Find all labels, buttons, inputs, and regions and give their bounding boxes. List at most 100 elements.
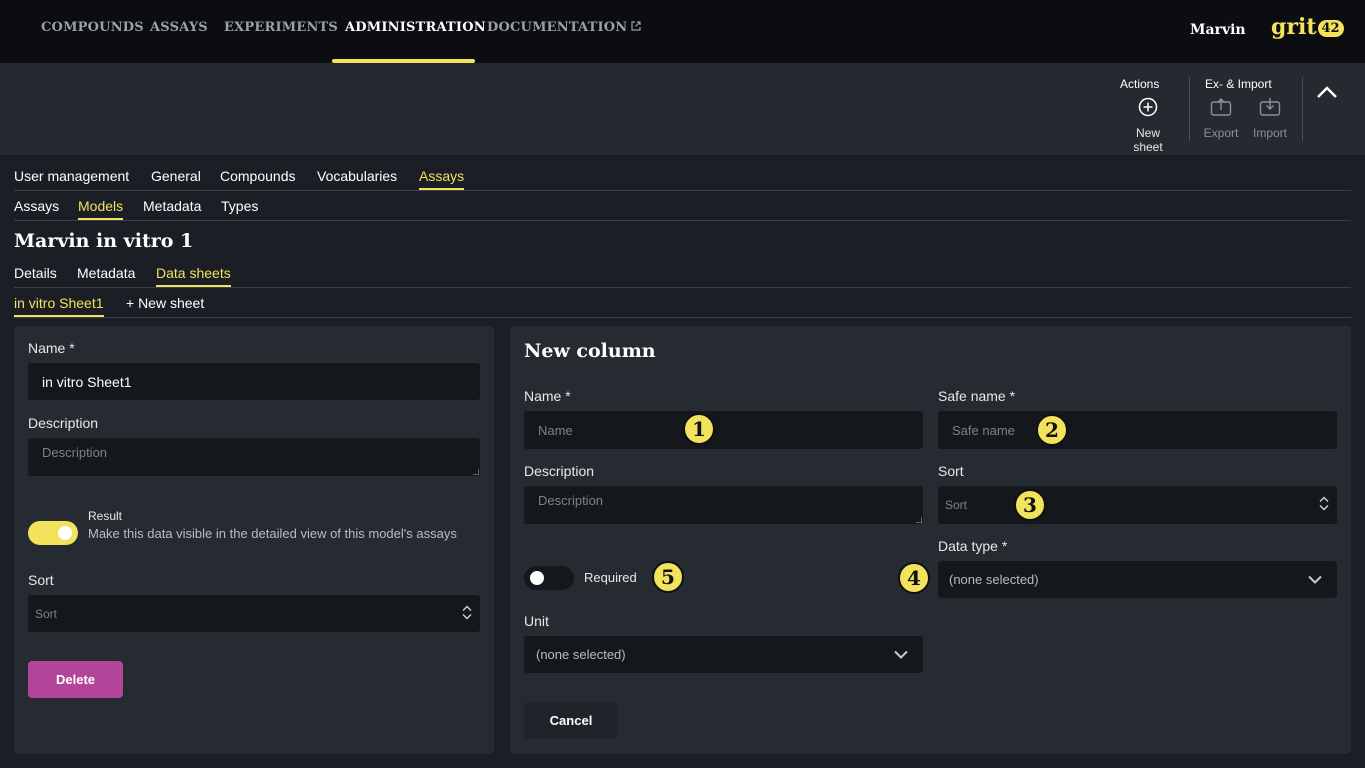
sheet-name-label: Name * [28, 340, 75, 356]
model-tabs: Details Metadata Data sheets [14, 265, 1351, 289]
tab-details[interactable]: Details [14, 265, 57, 285]
nav-compounds[interactable]: COMPOUNDS [41, 20, 144, 35]
export-button[interactable]: Export [1203, 97, 1239, 140]
tab-metadata[interactable]: Metadata [77, 265, 135, 285]
annotation-badge-3: 3 [1014, 489, 1046, 521]
export-icon [1203, 97, 1239, 120]
spinner-arrows-icon[interactable] [462, 603, 472, 624]
subtab-models[interactable]: Models [78, 198, 124, 220]
import-button[interactable]: Import [1251, 97, 1289, 140]
nav-administration[interactable]: ADMINISTRATION [345, 20, 486, 35]
tab-vocabularies[interactable]: Vocabularies [317, 168, 397, 188]
tab-sheet-in-vitro-sheet1[interactable]: in vitro Sheet1 [14, 295, 104, 317]
cancel-button[interactable]: Cancel [524, 702, 618, 739]
external-link-icon [631, 21, 641, 34]
column-name-input[interactable]: Name [524, 411, 923, 449]
required-label: Required [584, 570, 637, 585]
unit-label: Unit [524, 613, 549, 629]
toolbar: Actions New sheet Ex- & Import Export Im… [0, 63, 1365, 155]
nav-documentation[interactable]: DOCUMENTATION [487, 20, 641, 35]
export-label: Export [1203, 126, 1239, 140]
result-help-text: Make this data visible in the detailed v… [88, 526, 457, 541]
sheet-sort-input[interactable]: Sort [28, 595, 480, 632]
column-name-label: Name * [524, 388, 571, 404]
tab-general[interactable]: General [151, 168, 201, 188]
sheet-description-label: Description [28, 415, 99, 431]
annotation-badge-5: 5 [652, 561, 684, 593]
column-sort-label: Sort [938, 463, 964, 479]
top-navigation: COMPOUNDS ASSAYS EXPERIMENTS ADMINISTRAT… [0, 0, 1365, 63]
chevron-down-icon [893, 647, 909, 662]
sheet-description-input[interactable]: Description [28, 438, 480, 476]
new-sheet-button[interactable]: New sheet [1120, 97, 1176, 154]
sheet-sort-placeholder: Sort [35, 606, 58, 621]
spinner-arrows-icon[interactable] [1319, 495, 1329, 516]
sheet-description-placeholder: Description [42, 445, 108, 460]
tab-divider [14, 190, 1351, 191]
logo-text: grit [1271, 14, 1317, 40]
tab-divider [14, 317, 1351, 318]
sheet-tabs: in vitro Sheet1 + New sheet [14, 295, 1351, 319]
column-sort-input[interactable]: Sort [938, 486, 1337, 524]
nav-documentation-label: DOCUMENTATION [487, 20, 628, 35]
chevron-up-icon [1314, 86, 1340, 109]
new-column-panel [510, 326, 1351, 754]
required-toggle[interactable] [524, 566, 574, 590]
annotation-badge-2: 2 [1036, 414, 1068, 446]
result-toggle[interactable] [28, 521, 78, 545]
resize-grip-icon[interactable] [473, 469, 479, 475]
annotation-badge-4: 4 [898, 562, 930, 594]
column-sort-placeholder: Sort [945, 498, 968, 512]
column-description-label: Description [524, 463, 595, 479]
nav-experiments[interactable]: EXPERIMENTS [224, 20, 338, 35]
logo-badge: 42 [1317, 20, 1344, 37]
column-description-input[interactable]: Description [524, 486, 923, 524]
tab-divider [14, 220, 1351, 221]
column-description-placeholder: Description [538, 493, 604, 508]
new-column-title: New column [524, 340, 656, 362]
data-type-value: (none selected) [949, 572, 1039, 587]
collapse-toolbar-button[interactable] [1314, 81, 1340, 105]
sheet-name-input[interactable]: in vitro Sheet1 [28, 363, 480, 400]
unit-select[interactable]: (none selected) [524, 636, 923, 673]
grit42-logo[interactable]: grit 42 [1271, 14, 1344, 40]
eximport-group-label: Ex- & Import [1205, 77, 1272, 91]
nav-assays[interactable]: ASSAYS [150, 20, 208, 35]
unit-value: (none selected) [536, 647, 626, 662]
sheet-name-value: in vitro Sheet1 [42, 373, 132, 390]
tab-compounds[interactable]: Compounds [220, 168, 296, 188]
resize-grip-icon[interactable] [916, 517, 922, 523]
safe-name-label: Safe name * [938, 388, 1016, 404]
data-type-select[interactable]: (none selected) [938, 561, 1337, 598]
subtab-assays[interactable]: Assays [14, 198, 59, 218]
toolbar-divider [1189, 77, 1190, 141]
delete-button[interactable]: Delete [28, 661, 123, 698]
actions-group-label: Actions [1120, 77, 1160, 91]
subtab-types[interactable]: Types [221, 198, 258, 218]
annotation-badge-1: 1 [683, 413, 715, 445]
tab-assays[interactable]: Assays [419, 168, 465, 190]
data-type-label: Data type * [938, 538, 1008, 554]
new-sheet-tab[interactable]: + New sheet [126, 295, 204, 315]
toggle-knob [530, 571, 544, 585]
plus-circle-icon [1120, 97, 1176, 120]
sheet-sort-label: Sort [28, 572, 54, 588]
chevron-down-icon [1307, 572, 1323, 587]
page-title: Marvin in vitro 1 [14, 230, 194, 252]
import-icon [1251, 97, 1289, 120]
assay-tabs: Assays Models Metadata Types [14, 198, 1351, 222]
tab-user-management[interactable]: User management [14, 168, 129, 188]
import-label: Import [1252, 126, 1287, 140]
toggle-knob [58, 526, 72, 540]
safe-name-placeholder: Safe name [952, 422, 1015, 438]
tab-data-sheets[interactable]: Data sheets [156, 265, 231, 287]
admin-tabs: User management General Compounds Vocabu… [14, 168, 1351, 192]
user-name[interactable]: Marvin [1190, 22, 1246, 38]
safe-name-input[interactable]: Safe name [938, 411, 1337, 449]
new-sheet-label: New sheet [1133, 126, 1163, 154]
toolbar-divider [1302, 77, 1303, 141]
result-label: Result [88, 509, 123, 523]
column-name-placeholder: Name [538, 422, 573, 438]
subtab-metadata[interactable]: Metadata [143, 198, 201, 218]
tab-divider [14, 287, 1351, 288]
